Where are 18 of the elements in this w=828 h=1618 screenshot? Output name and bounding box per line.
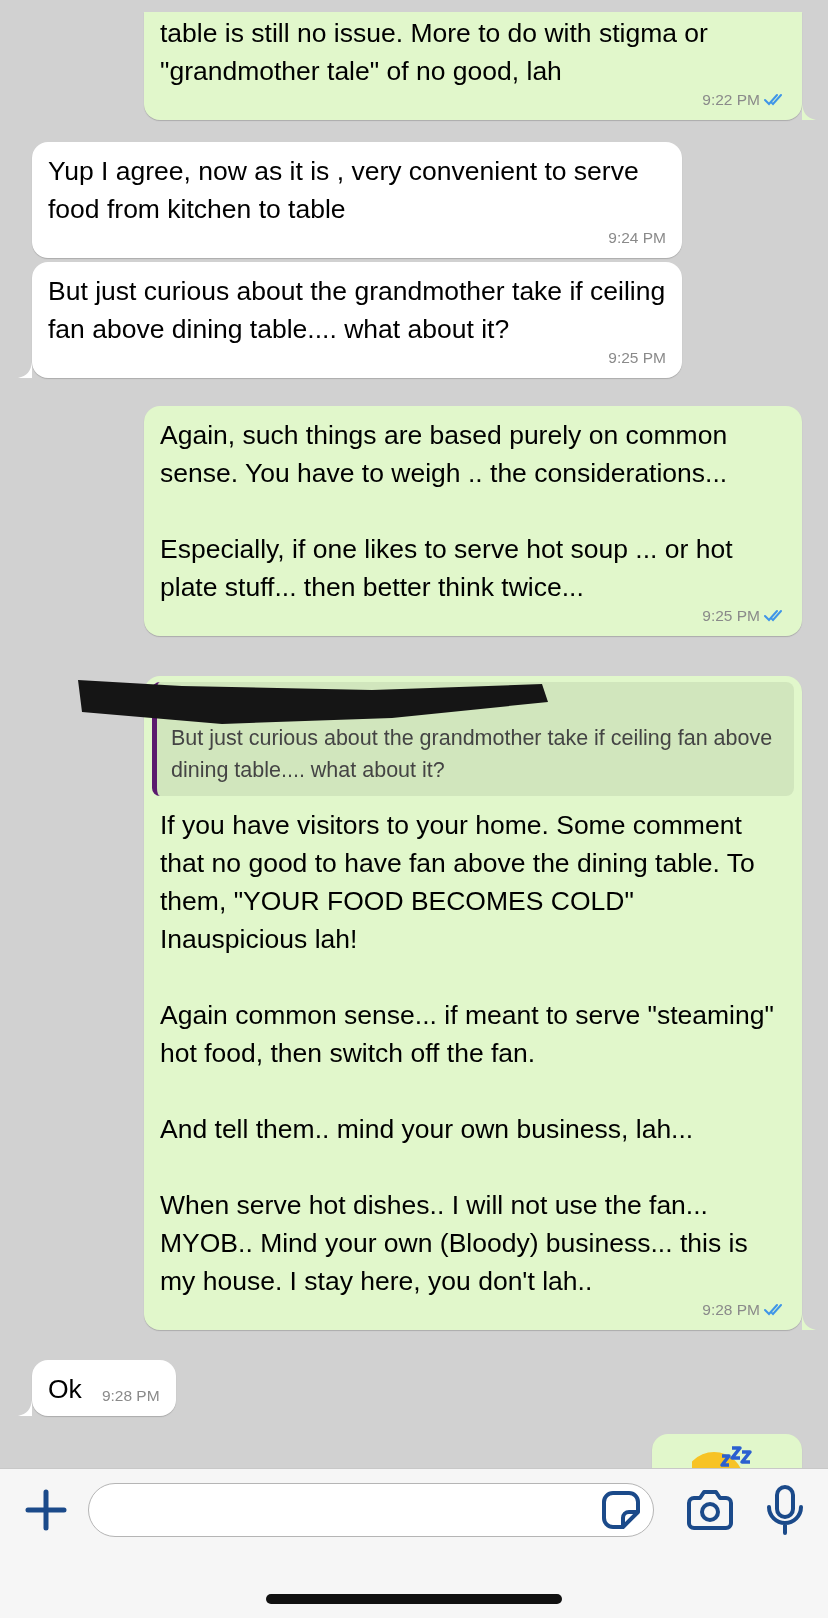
message-text: Again, such things are based purely on common sense. You have to weigh .. the considerations... Especially, if one likes to serve hot soup ... or hot plate stuff... then better think twice... bbox=[160, 419, 734, 604]
message-time: 9:28 PM bbox=[101, 1386, 160, 1406]
sticker-icon[interactable] bbox=[601, 1490, 641, 1530]
message-input-field[interactable] bbox=[88, 1483, 654, 1537]
camera-icon[interactable] bbox=[686, 1489, 734, 1531]
message-text: But just curious about the grandmother take if ceiling fan above dining table.... what about it? bbox=[48, 275, 666, 346]
message-time: 9:22 PM bbox=[702, 90, 760, 110]
plus-icon[interactable] bbox=[24, 1488, 68, 1532]
quoted-text: But just curious about the grandmother take if ceiling fan above dining table.... what about it? bbox=[171, 725, 774, 784]
message-time: 9:28 PM bbox=[702, 1300, 760, 1320]
message-text: If you have visitors to your home. Some comment that no good to have fan above the dining table. To them, "YOUR FOOD BECOMES COLD" Inauspicious lah! Again common sense... if meant to serve "steaming" hot food, then switch off the fan. And tell them.. mind your own business, lah... When serve hot dishes.. I will not use the fan... MYOB.. Mind your own (Bloody) business... this is my house. I stay here, you don't lah.. bbox=[160, 809, 775, 1298]
message-text: Yup I agree, now as it is , very convenient to serve food from kitchen to table bbox=[48, 155, 640, 226]
message-time: 9:25 PM bbox=[608, 348, 666, 368]
microphone-icon[interactable] bbox=[766, 1485, 804, 1535]
message-text: Ok bbox=[48, 1373, 82, 1406]
message-text: table is still no issue. More to do with stigma or "grandmother tale" of no good, lah bbox=[160, 17, 709, 88]
message-time: 9:24 PM bbox=[608, 228, 666, 248]
message-time: 9:25 PM bbox=[702, 606, 760, 626]
